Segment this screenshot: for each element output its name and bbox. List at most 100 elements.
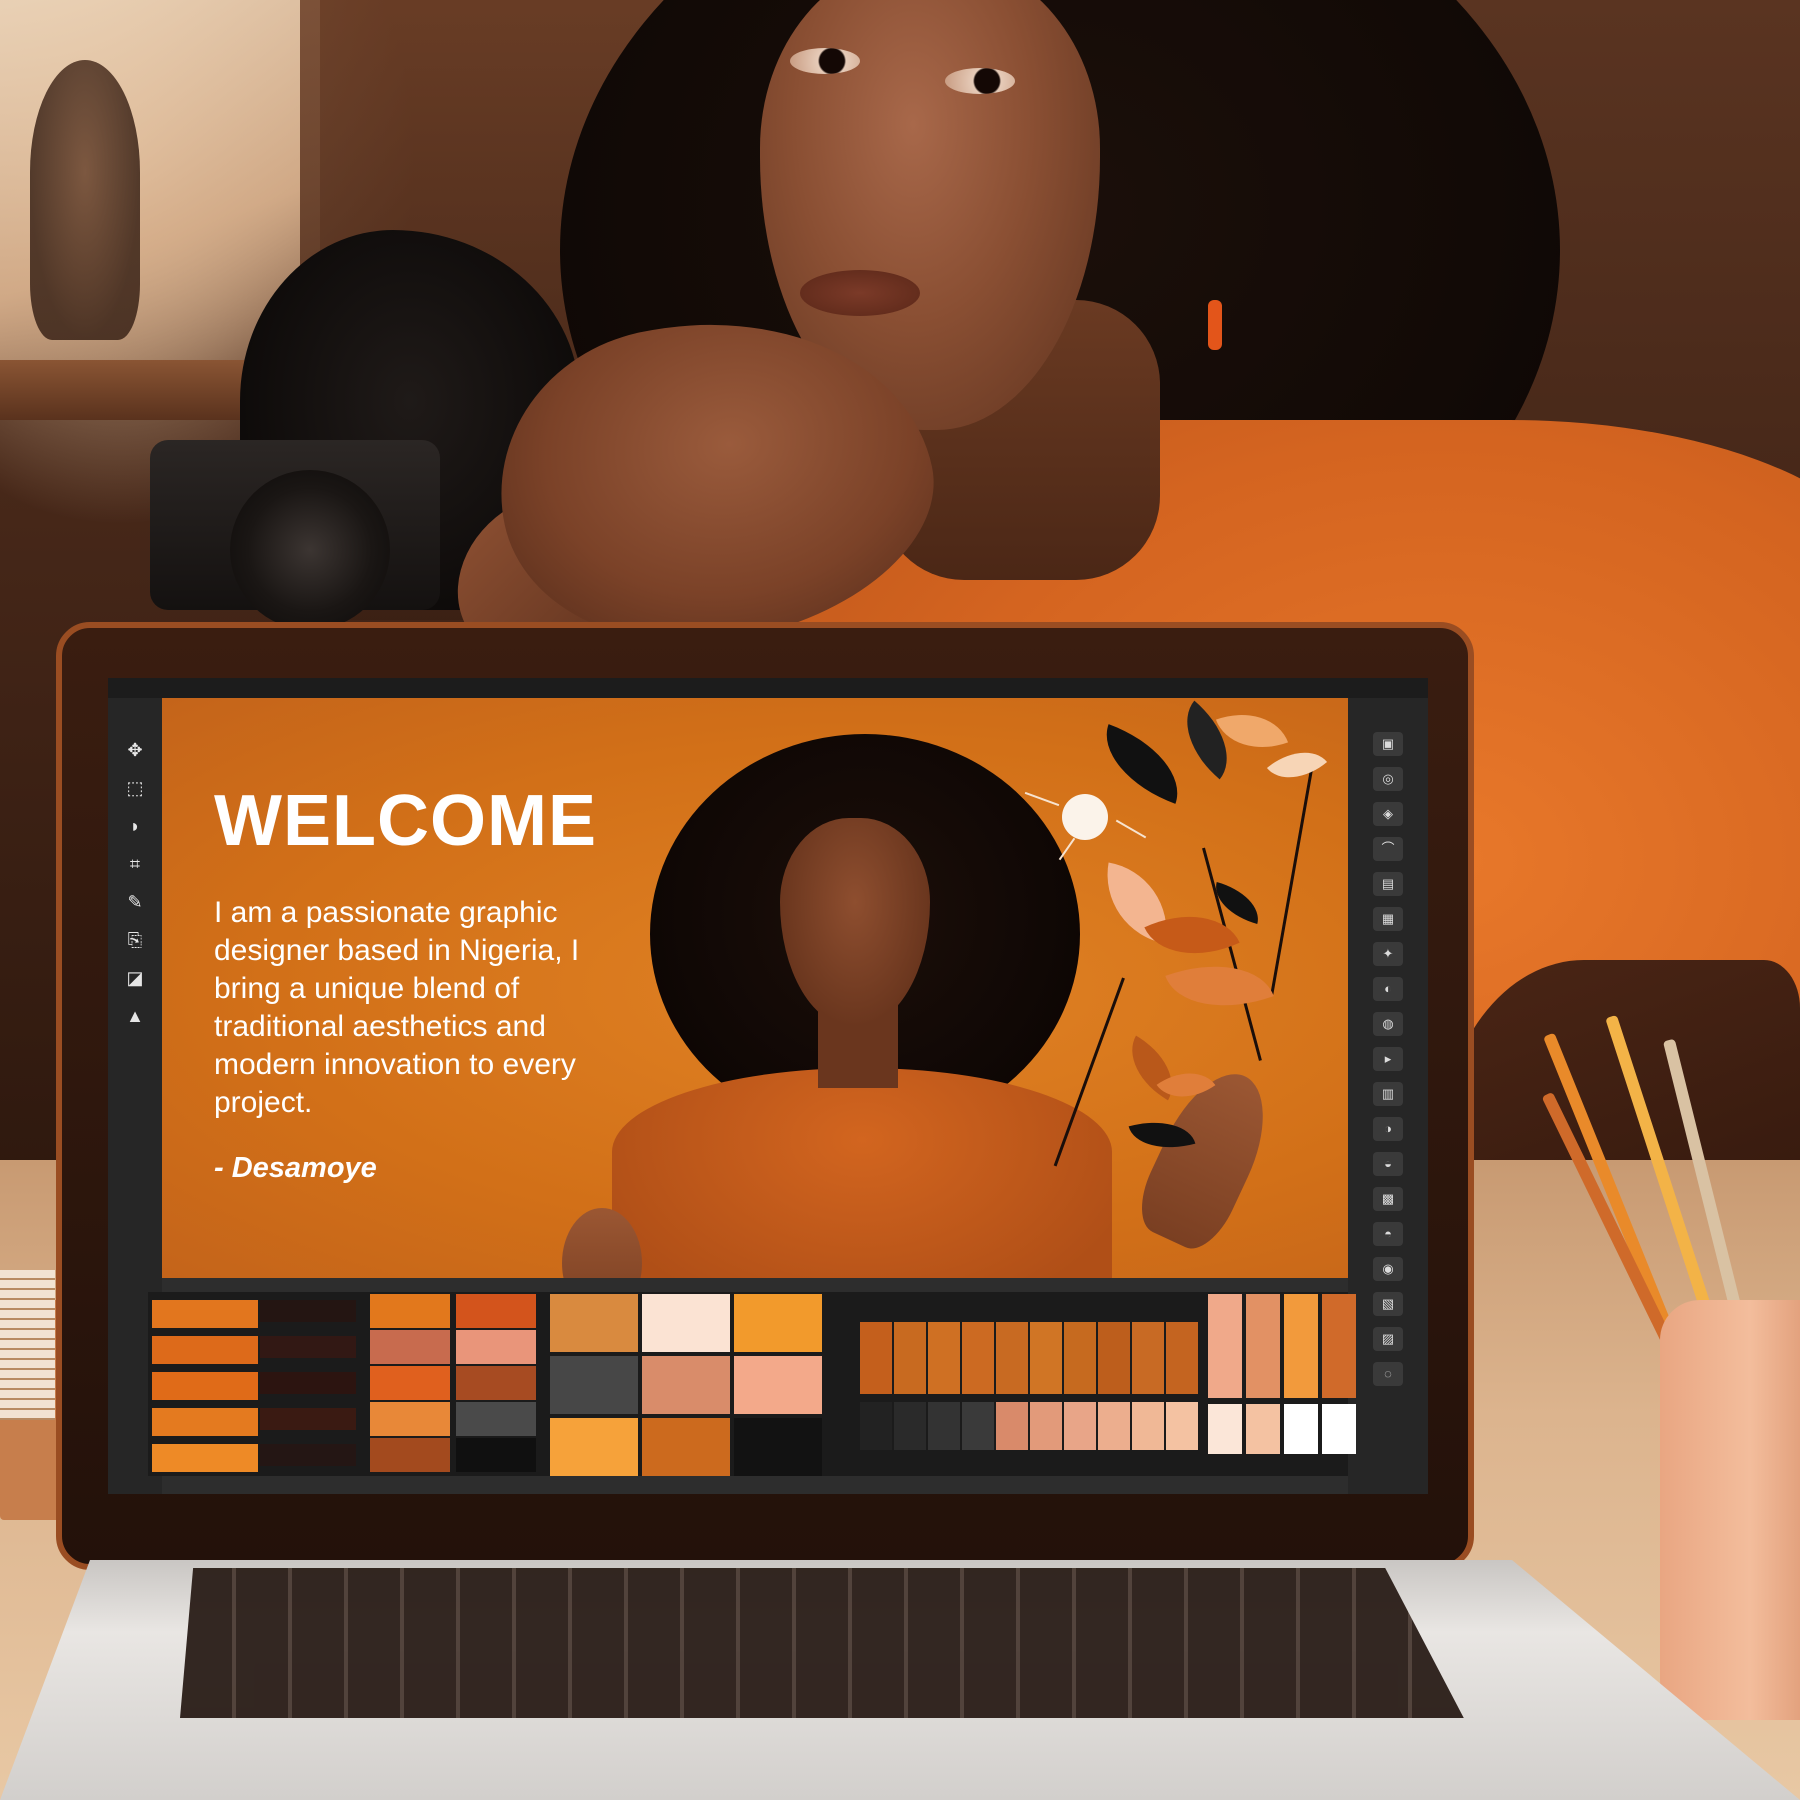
- color-swatch[interactable]: [260, 1372, 356, 1394]
- notes-icon[interactable]: ◌: [1373, 1362, 1403, 1386]
- color-swatch[interactable]: [1208, 1404, 1242, 1454]
- properties-icon[interactable]: ◍: [1373, 1012, 1403, 1036]
- glyphs-icon[interactable]: ◑: [1373, 1117, 1403, 1141]
- color-swatch[interactable]: [894, 1402, 926, 1450]
- color-swatch[interactable]: [642, 1418, 730, 1476]
- libraries-icon[interactable]: ▥: [1373, 1082, 1403, 1106]
- paths-icon[interactable]: ⌒: [1373, 837, 1403, 861]
- color-swatch[interactable]: [962, 1322, 994, 1394]
- color-swatch[interactable]: [894, 1322, 926, 1394]
- color-swatch[interactable]: [1246, 1404, 1280, 1454]
- pen-tool-icon[interactable]: ▲: [122, 1006, 148, 1026]
- color-swatch[interactable]: [1030, 1322, 1062, 1394]
- color-swatch[interactable]: [1132, 1402, 1164, 1450]
- color-swatch[interactable]: [1284, 1404, 1318, 1454]
- lasso-tool-icon[interactable]: ◗: [122, 816, 148, 836]
- timeline-icon[interactable]: ▨: [1373, 1327, 1403, 1351]
- styles-icon[interactable]: ✦: [1373, 942, 1403, 966]
- color-swatch[interactable]: [370, 1330, 450, 1364]
- brush-tool-icon[interactable]: ✎: [122, 892, 148, 912]
- color-swatch[interactable]: [1322, 1294, 1356, 1398]
- color-swatch[interactable]: [642, 1294, 730, 1352]
- color-swatch[interactable]: [260, 1408, 356, 1430]
- plant-stem: [1202, 847, 1262, 1061]
- color-swatch[interactable]: [456, 1366, 536, 1400]
- color-swatch[interactable]: [260, 1300, 356, 1322]
- color-swatch[interactable]: [456, 1438, 536, 1472]
- color-swatch[interactable]: [456, 1402, 536, 1436]
- color-icon[interactable]: ◒: [1373, 1152, 1403, 1176]
- adjust-icon[interactable]: ◎: [1373, 767, 1403, 791]
- navigator-icon[interactable]: ◉: [1373, 1257, 1403, 1281]
- character-icon[interactable]: ▩: [1373, 1187, 1403, 1211]
- layers-icon[interactable]: ▣: [1373, 732, 1403, 756]
- laptop-screen: ✥ ⬚ ◗ ⌗ ✎ ⎘ ◪ ▲ WELCOME I am a passionate graph…: [108, 678, 1428, 1494]
- color-swatch[interactable]: [1208, 1294, 1242, 1398]
- design-canvas[interactable]: WELCOME I am a passionate graphic design…: [162, 698, 1348, 1278]
- color-swatch[interactable]: [1322, 1404, 1356, 1454]
- color-swatch[interactable]: [1064, 1322, 1096, 1394]
- color-swatch[interactable]: [152, 1300, 258, 1328]
- channels-icon[interactable]: ◈: [1373, 802, 1403, 826]
- leaf-illustration: [1090, 724, 1194, 804]
- color-swatch[interactable]: [152, 1336, 258, 1364]
- color-swatch[interactable]: [1246, 1294, 1280, 1398]
- color-swatch[interactable]: [928, 1322, 960, 1394]
- sun-ray: [1115, 819, 1147, 839]
- color-swatch[interactable]: [734, 1294, 822, 1352]
- color-swatch[interactable]: [260, 1336, 356, 1358]
- color-swatch[interactable]: [1098, 1402, 1130, 1450]
- color-swatch[interactable]: [152, 1444, 258, 1472]
- color-swatch[interactable]: [260, 1444, 356, 1466]
- color-swatch[interactable]: [734, 1418, 822, 1476]
- color-swatch[interactable]: [456, 1294, 536, 1328]
- actions-icon[interactable]: ▸: [1373, 1047, 1403, 1071]
- color-swatch[interactable]: [996, 1402, 1028, 1450]
- color-swatch[interactable]: [1064, 1402, 1096, 1450]
- color-swatch[interactable]: [152, 1372, 258, 1400]
- color-swatch[interactable]: [370, 1366, 450, 1400]
- color-swatch[interactable]: [1166, 1402, 1198, 1450]
- history-icon[interactable]: ▤: [1373, 872, 1403, 896]
- info-icon[interactable]: ▧: [1373, 1292, 1403, 1316]
- color-swatch[interactable]: [370, 1438, 450, 1472]
- color-swatch[interactable]: [1030, 1402, 1062, 1450]
- color-swatch[interactable]: [860, 1322, 892, 1394]
- stamp-tool-icon[interactable]: ⎘: [122, 930, 148, 950]
- color-swatch[interactable]: [370, 1294, 450, 1328]
- marquee-tool-icon[interactable]: ⬚: [122, 778, 148, 798]
- signature-text: - Desamoye: [214, 1152, 377, 1184]
- crop-tool-icon[interactable]: ⌗: [122, 854, 148, 874]
- woman-earring: [1208, 300, 1222, 350]
- color-swatch[interactable]: [370, 1402, 450, 1436]
- color-swatch[interactable]: [1132, 1322, 1164, 1394]
- notebook: [0, 1270, 55, 1420]
- move-tool-icon[interactable]: ✥: [122, 740, 148, 760]
- color-swatch[interactable]: [550, 1294, 638, 1352]
- color-swatch[interactable]: [550, 1356, 638, 1414]
- background-figurine: [30, 60, 140, 340]
- portrait-sweater: [612, 1068, 1112, 1278]
- color-swatch[interactable]: [1098, 1322, 1130, 1394]
- color-swatch[interactable]: [152, 1408, 258, 1436]
- sun-ray: [1058, 837, 1076, 861]
- color-swatch[interactable]: [456, 1330, 536, 1364]
- woman-lips: [800, 270, 920, 316]
- color-swatch[interactable]: [1284, 1294, 1318, 1398]
- color-swatch[interactable]: [996, 1322, 1028, 1394]
- color-swatch[interactable]: [928, 1402, 960, 1450]
- eraser-tool-icon[interactable]: ◪: [122, 968, 148, 988]
- color-swatch[interactable]: [734, 1356, 822, 1414]
- color-swatch[interactable]: [962, 1402, 994, 1450]
- swatches-icon[interactable]: ▦: [1373, 907, 1403, 931]
- color-swatch[interactable]: [550, 1418, 638, 1476]
- app-top-bar: [108, 678, 1428, 698]
- color-swatch[interactable]: [1166, 1322, 1198, 1394]
- color-swatch[interactable]: [642, 1356, 730, 1414]
- pencil-cup: [1660, 1300, 1800, 1720]
- panels-toolbar: ▣ ◎ ◈ ⌒ ▤ ▦ ✦ ◐ ◍ ▸ ▥ ◑ ◒ ▩ ◓ ◉ ▧ ▨ ◌: [1348, 698, 1428, 1494]
- brushes-icon[interactable]: ◐: [1373, 977, 1403, 1001]
- background-shelf: [0, 360, 260, 420]
- color-swatch[interactable]: [860, 1402, 892, 1450]
- paragraph-icon[interactable]: ◓: [1373, 1222, 1403, 1246]
